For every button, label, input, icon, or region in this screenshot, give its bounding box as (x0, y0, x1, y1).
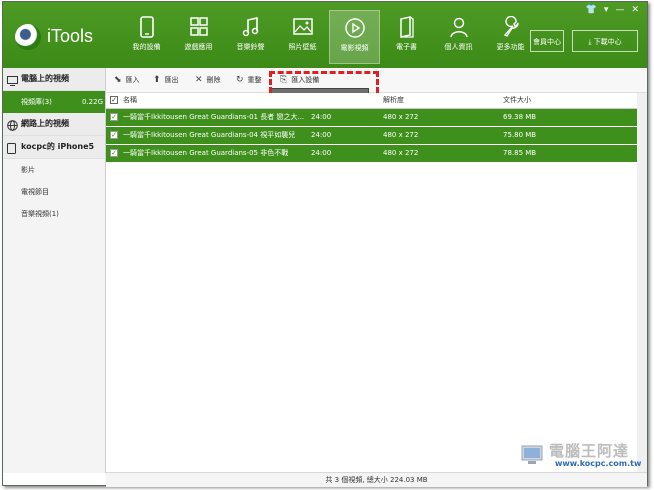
video-icon (344, 18, 365, 38)
export-button[interactable]: ⬆ 匯出 (153, 68, 179, 92)
video-list: ✓ 一騎當千Ikkitousen Great Guardians-01 長者 戀… (106, 109, 637, 163)
import-icon: ⬊ (114, 75, 122, 85)
scrollbar[interactable] (637, 93, 647, 473)
sidebar-section-label: 電腦上的視頻 (21, 74, 69, 83)
row-checkbox[interactable]: ✓ (110, 131, 118, 139)
app-logo: iTools (15, 24, 115, 54)
sidebar-item-video-library[interactable]: 視頻庫(3) 0.22G (3, 91, 105, 113)
delete-label: 刪除 (206, 76, 221, 84)
wrench-icon (503, 16, 519, 37)
column-header-resolution[interactable]: 解析度 (383, 93, 404, 108)
music-icon (242, 17, 258, 37)
header-bar: iTools 我的設備 遊戲應用 音樂鈴聲 照片壁紙 電影視頻 電子書 個人資訊… (3, 2, 647, 68)
sidebar-section-online-videos[interactable]: 網路上的視頻 (3, 113, 105, 136)
cell-size: 69.38 MB (503, 113, 537, 121)
skin-icon[interactable]: 👕 (586, 5, 597, 15)
cell-size: 75.80 MB (503, 131, 537, 139)
export-icon: ⬆ (153, 75, 161, 85)
download-center-button[interactable]: ⤓ 下載中心 (572, 30, 638, 52)
nav-photos[interactable]: 照片壁紙 (277, 10, 328, 64)
app-name: iTools (47, 26, 94, 46)
watermark: 電腦王阿達 www.kocpc.com.tw (519, 438, 647, 472)
nav-ebooks[interactable]: 電子書 (381, 10, 432, 64)
delete-button[interactable]: ✕ 刪除 (195, 68, 221, 92)
apps-icon (189, 17, 208, 36)
book-icon (399, 16, 414, 38)
nav-videos[interactable]: 電影視頻 (329, 10, 380, 64)
delete-icon: ✕ (195, 75, 203, 85)
cell-resolution: 480 x 272 (383, 149, 419, 157)
select-all-checkbox[interactable]: ✓ (110, 96, 118, 104)
nav-label: 照片壁紙 (288, 43, 317, 51)
cell-size: 78.85 MB (503, 149, 537, 157)
nav-label: 電影視頻 (340, 44, 369, 52)
status-bar: 共 3 個視頻, 總大小 224.03 MB (106, 472, 647, 487)
cell-resolution: 480 x 272 (383, 131, 419, 139)
nav-apps[interactable]: 遊戲應用 (173, 10, 224, 64)
person-icon (449, 17, 468, 38)
cell-duration: 24:00 (311, 113, 332, 121)
cell-name: 一騎當千Ikkitousen Great Guardians-04 視平如襲兒 (123, 131, 296, 139)
nav-my-device[interactable]: 我的設備 (121, 10, 172, 64)
nav-more-functions[interactable]: 更多功能 (485, 10, 536, 64)
nav-personal-info[interactable]: 個人資訊 (433, 10, 484, 64)
table-row[interactable]: ✓ 一騎當千Ikkitousen Great Guardians-01 長者 戀… (106, 109, 637, 127)
download-center-label: 下載中心 (593, 38, 622, 46)
refresh-label: 重整 (247, 76, 262, 84)
nav-label: 我的設備 (132, 43, 161, 51)
table-row[interactable]: ✓ 一騎當千Ikkitousen Great Guardians-05 非色不戰… (106, 145, 637, 163)
refresh-icon: ↻ (236, 75, 244, 85)
itools-logo-icon (15, 24, 41, 50)
menu-icon[interactable]: ▾ (604, 5, 609, 15)
minimize-icon[interactable]: — (615, 5, 624, 15)
sidebar-section-label: 網路上的視頻 (21, 119, 69, 128)
row-checkbox[interactable]: ✓ (110, 149, 118, 157)
phone-icon (139, 16, 154, 38)
nav-label: 電子書 (396, 43, 417, 51)
import-label: 匯入 (125, 76, 140, 84)
export-label: 匯出 (164, 76, 179, 84)
cell-duration: 24:00 (311, 131, 332, 139)
cell-name: 一騎當千Ikkitousen Great Guardians-05 非色不戰 (123, 149, 289, 157)
cell-name: 一騎當千Ikkitousen Great Guardians-01 長者 戀之大… (123, 113, 305, 121)
nav-label: 個人資訊 (444, 43, 473, 51)
watermark-logo-icon (521, 445, 543, 464)
refresh-button[interactable]: ↻ 重整 (236, 68, 262, 92)
sidebar: 電腦上的視頻 視頻庫(3) 0.22G 網路上的視頻 kocpc的 iPhone… (3, 68, 106, 473)
row-checkbox[interactable]: ✓ (110, 113, 118, 121)
sidebar-item-movies[interactable]: 影片 (3, 159, 105, 181)
sidebar-section-label: kocpc的 iPhone5 (21, 142, 95, 151)
window-controls: 👕 ▾ — ✕ (586, 5, 639, 15)
photo-icon (292, 18, 313, 35)
main-nav: 我的設備 遊戲應用 音樂鈴聲 照片壁紙 電影視頻 電子書 個人資訊 更多功能 (121, 10, 537, 64)
nav-label: 遊戲應用 (184, 43, 213, 51)
cell-resolution: 480 x 272 (383, 113, 419, 121)
table-row[interactable]: ✓ 一騎當千Ikkitousen Great Guardians-04 視平如襲… (106, 127, 637, 145)
nav-music[interactable]: 音樂鈴聲 (225, 10, 276, 64)
nav-label: 更多功能 (496, 43, 525, 51)
column-header-size[interactable]: 文件大小 (503, 93, 531, 108)
import-button[interactable]: ⬊ 匯入 (114, 68, 140, 92)
sidebar-item-tv-shows[interactable]: 電視節目 (3, 181, 105, 203)
table-header: ✓ 名稱 解析度 文件大小 (106, 93, 637, 109)
member-center-button[interactable]: 會員中心 (530, 30, 564, 52)
watermark-text: 電腦王阿達 (549, 442, 630, 460)
sidebar-item-music-videos[interactable]: 音樂視頻(1) (3, 203, 105, 225)
cell-duration: 24:00 (311, 149, 332, 157)
library-size: 0.22G (81, 98, 103, 106)
close-icon[interactable]: ✕ (631, 5, 639, 15)
column-header-name[interactable]: 名稱 (123, 93, 137, 108)
sidebar-item-label: 視頻庫(3) (21, 98, 52, 106)
app-window: iTools 我的設備 遊戲應用 音樂鈴聲 照片壁紙 電影視頻 電子書 個人資訊… (2, 1, 648, 487)
watermark-url: www.kocpc.com.tw (555, 459, 642, 468)
sidebar-section-pc-videos[interactable]: 電腦上的視頻 (3, 68, 105, 91)
sidebar-section-device[interactable]: kocpc的 iPhone5 (3, 136, 105, 159)
nav-label: 音樂鈴聲 (236, 43, 265, 51)
